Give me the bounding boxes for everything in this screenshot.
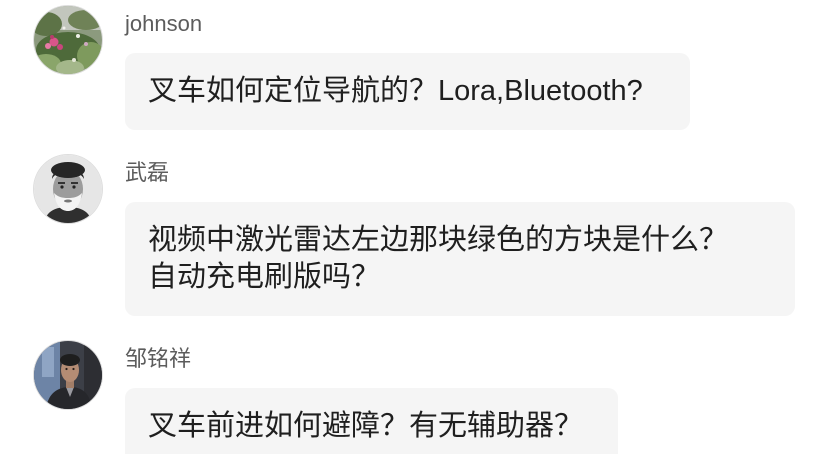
- username[interactable]: 邹铭祥: [125, 341, 828, 377]
- avatar[interactable]: [34, 6, 102, 74]
- message-bubble[interactable]: 叉车如何定位导航的？Lora,Bluetooth?: [125, 53, 690, 130]
- avatar-image: [34, 6, 102, 74]
- avatar-image: [34, 341, 102, 409]
- avatar[interactable]: [34, 341, 102, 409]
- comment-item: 武磊 视频中激光雷达左边那块绿色的方块是什么？ 自动充电刷版吗？: [0, 155, 828, 316]
- comment-list: johnson 叉车如何定位导航的？Lora,Bluetooth? 武磊 视频中…: [0, 0, 828, 454]
- username[interactable]: johnson: [125, 6, 828, 42]
- avatar-image: [34, 155, 102, 223]
- message-line: 视频中激光雷达左边那块绿色的方块是什么？: [148, 224, 729, 256]
- avatar[interactable]: [34, 155, 102, 223]
- message-line: 自动充电刷版吗？: [148, 261, 381, 293]
- message-line: 叉车前进如何避障？有无辅助器？: [148, 410, 584, 442]
- comment-item: 邹铭祥 叉车前进如何避障？有无辅助器？: [0, 341, 828, 454]
- message-line: 叉车如何定位导航的？Lora,Bluetooth?: [148, 75, 643, 107]
- message-bubble[interactable]: 叉车前进如何避障？有无辅助器？: [125, 388, 618, 454]
- username[interactable]: 武磊: [125, 155, 828, 191]
- message-bubble[interactable]: 视频中激光雷达左边那块绿色的方块是什么？ 自动充电刷版吗？: [125, 202, 795, 316]
- comment-item: johnson 叉车如何定位导航的？Lora,Bluetooth?: [0, 6, 828, 130]
